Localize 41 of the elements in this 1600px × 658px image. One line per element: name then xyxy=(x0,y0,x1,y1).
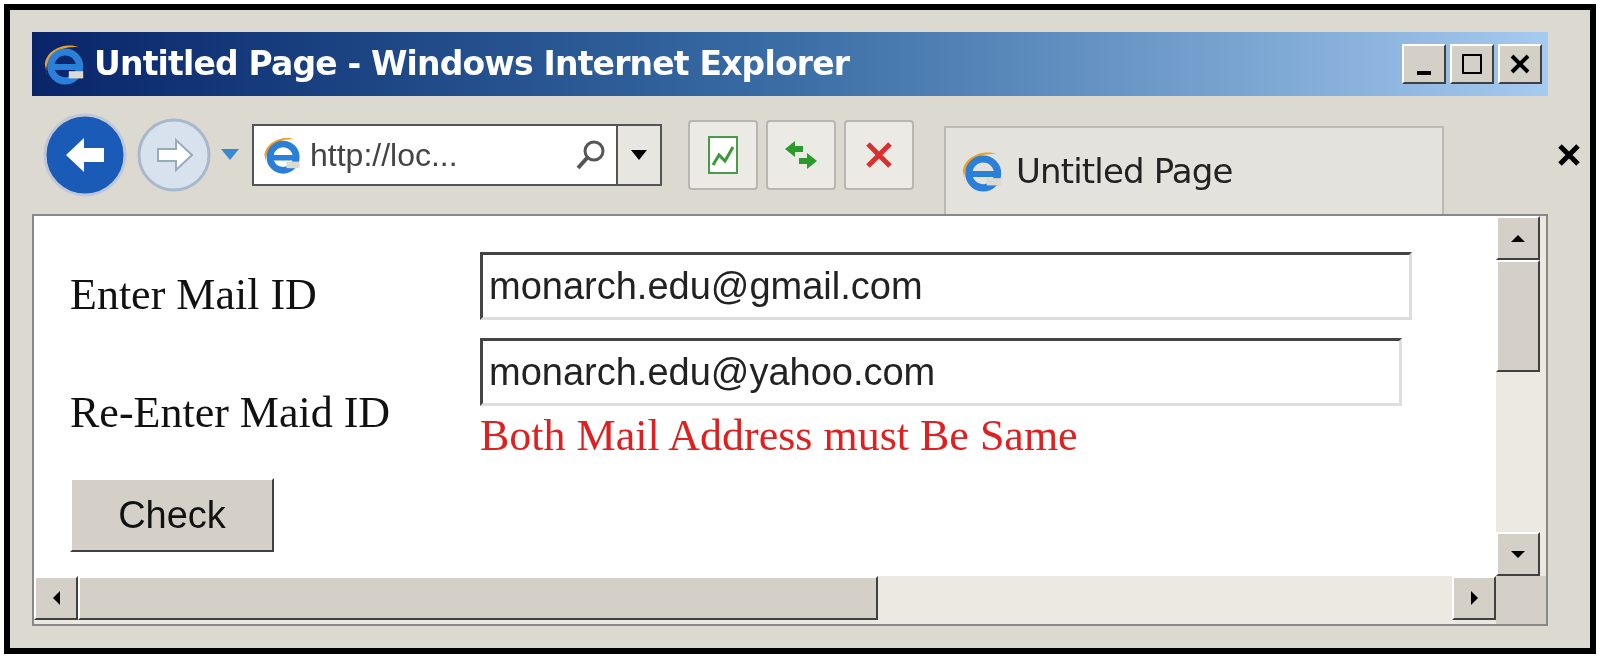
scroll-arrow-button[interactable] xyxy=(1496,216,1540,260)
back-icon[interactable] xyxy=(42,112,128,198)
address-text: http://loc... xyxy=(310,136,458,175)
email-input[interactable]: monarch.edu@yahoo.com xyxy=(480,338,1402,406)
minimize-icon xyxy=(1417,71,1431,75)
error-message: Both Mail Address must Be Same xyxy=(480,410,1079,462)
tab-label: Untitled Page xyxy=(1016,149,1233,193)
email-input[interactable]: monarch.edu@gmail.com xyxy=(480,252,1412,320)
page-chart-icon xyxy=(705,135,741,175)
input-value: monarch.edu@gmail.com xyxy=(489,263,923,309)
field-label: Enter Mail ID xyxy=(70,269,318,321)
maximize-icon xyxy=(1460,52,1484,76)
scroll-arrow-button[interactable] xyxy=(1452,576,1496,620)
scroll-thumb[interactable] xyxy=(1496,260,1540,372)
scroll-arrow-button[interactable] xyxy=(34,576,78,620)
dropdown-caret-icon[interactable] xyxy=(220,148,240,162)
close-tab-icon[interactable] xyxy=(1556,142,1582,168)
close-icon xyxy=(1508,52,1532,76)
maximize-button[interactable] xyxy=(1450,44,1494,84)
scrollbar-corner xyxy=(1496,576,1546,624)
check-button[interactable]: Check xyxy=(70,478,274,552)
vertical-scrollbar[interactable] xyxy=(1496,216,1546,576)
arrow-left-icon xyxy=(52,591,60,605)
window-title: Untitled Page - Windows Internet Explorer xyxy=(94,43,850,86)
compatibility-button[interactable] xyxy=(688,120,758,190)
arrow-right-icon xyxy=(1470,591,1478,605)
browser-tab[interactable]: Untitled Page xyxy=(944,126,1444,214)
caret-icon xyxy=(630,149,648,161)
field-label: Re-Enter Maid ID xyxy=(70,387,392,439)
arrow-up-icon xyxy=(1511,234,1525,242)
scroll-thumb[interactable] xyxy=(78,576,878,620)
scroll-arrow-button[interactable] xyxy=(1496,532,1540,576)
input-value: monarch.edu@yahoo.com xyxy=(489,349,936,395)
close-button[interactable] xyxy=(1498,44,1542,84)
dropdown-button[interactable] xyxy=(616,126,660,184)
stop-button[interactable] xyxy=(844,120,914,190)
refresh-button[interactable] xyxy=(766,120,836,190)
arrow-down-icon xyxy=(1511,550,1525,558)
address-bar[interactable]: http://loc... xyxy=(252,124,662,186)
horizontal-scrollbar[interactable] xyxy=(34,576,1496,624)
minimize-button[interactable] xyxy=(1402,44,1446,84)
